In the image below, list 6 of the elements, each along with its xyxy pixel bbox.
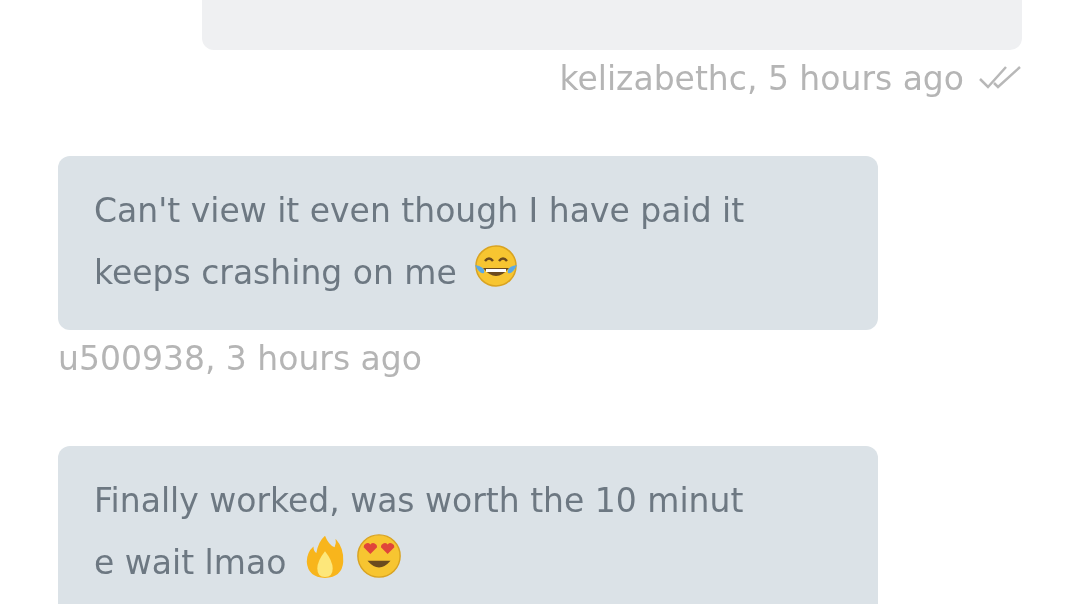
message-line: Finally worked, was worth the 10 minut: [94, 480, 744, 522]
message-meta: u500938, 3 hours ago: [58, 338, 422, 378]
message-line: Can't view it even though I have paid it: [94, 190, 745, 232]
message-line: keeps crashing on me: [94, 252, 457, 294]
message-meta: kelizabethc, 5 hours ago: [559, 58, 964, 98]
message-line: e wait lmao: [94, 542, 287, 584]
